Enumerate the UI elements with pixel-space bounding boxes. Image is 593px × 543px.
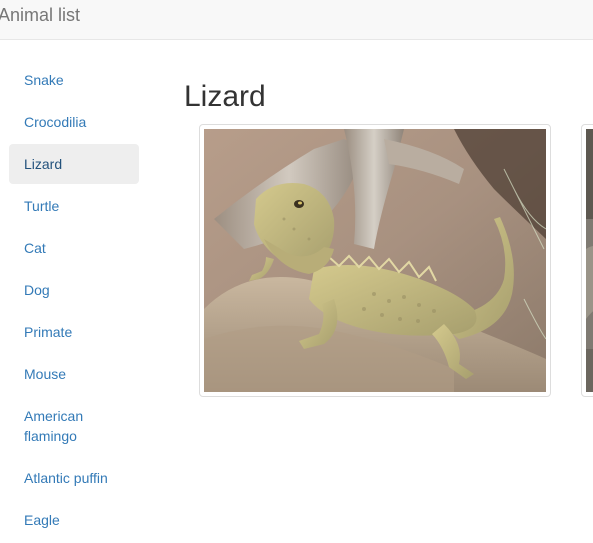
sidebar-item-atlantic-puffin[interactable]: Atlantic puffin (9, 458, 139, 498)
sidebar-item-cat[interactable]: Cat (9, 228, 139, 268)
image-thumbnail[interactable] (199, 124, 551, 397)
image-thumbnail[interactable] (581, 124, 593, 397)
next-animal-photo (586, 129, 593, 392)
sidebar-item: Atlantic puffin (9, 458, 139, 498)
sidebar-item: American flamingo (9, 396, 139, 456)
sidebar-item-primate[interactable]: Primate (9, 312, 139, 352)
sidebar-item-eagle[interactable]: Eagle (9, 500, 139, 540)
sidebar-item: Dog (9, 270, 139, 310)
sidebar-item-lizard[interactable]: Lizard (9, 144, 139, 184)
sidebar-item: Crocodilia (9, 102, 139, 142)
sidebar-item: Turtle (9, 186, 139, 226)
sidebar-item-dog[interactable]: Dog (9, 270, 139, 310)
sidebar-item-turtle[interactable]: Turtle (9, 186, 139, 226)
lizard-photo (204, 129, 546, 392)
sidebar-item: Snake (9, 60, 139, 100)
sidebar-item: Primate (9, 312, 139, 352)
sidebar-item: Mouse (9, 354, 139, 394)
brand-link[interactable]: Animal list (0, 5, 80, 26)
sidebar-item-snake[interactable]: Snake (9, 60, 139, 100)
page-title: Lizard (184, 80, 266, 113)
sidebar-item: Cat (9, 228, 139, 268)
sidebar-item-american-flamingo[interactable]: American flamingo (9, 396, 139, 456)
sidebar-item: Lizard (9, 144, 139, 184)
sidebar-item-mouse[interactable]: Mouse (9, 354, 139, 394)
sidebar-nav: Snake Crocodilia Lizard Turtle Cat Dog P… (9, 60, 139, 542)
sidebar-item-crocodilia[interactable]: Crocodilia (9, 102, 139, 142)
sidebar-item: Eagle (9, 500, 139, 540)
top-navbar: Animal list (0, 0, 593, 40)
